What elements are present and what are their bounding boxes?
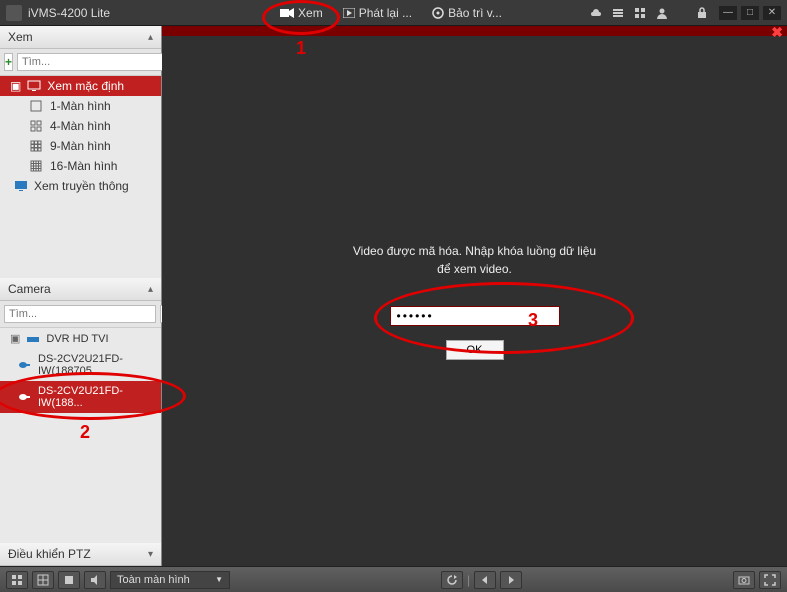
traditional-label: Xem truyền thông [34, 179, 129, 193]
add-view-button[interactable]: + [4, 53, 13, 71]
tab-view-label: Xem [298, 6, 323, 20]
group-header-camera[interactable]: Camera ▴ [0, 278, 161, 301]
sidebar: Xem ▴ + 🔍 ▣ Xem mặc định 1-Màn hình 4-Mà… [0, 26, 162, 566]
monitor-icon [27, 80, 41, 92]
camera-search-input[interactable] [4, 305, 156, 323]
layout-picker2-button[interactable] [32, 571, 54, 589]
close-button[interactable]: ✕ [763, 6, 781, 20]
stop-all-button[interactable] [58, 571, 80, 589]
main-area: Xem ▴ + 🔍 ▣ Xem mặc định 1-Màn hình 4-Mà… [0, 26, 787, 566]
layout-9[interactable]: 9-Màn hình [0, 136, 161, 156]
layout-4-label: 4-Màn hình [50, 119, 111, 133]
close-panel-icon[interactable]: ✖ [771, 24, 783, 41]
lock-icon[interactable] [695, 6, 709, 20]
layout-16-label: 16-Màn hình [50, 159, 117, 173]
dvr-icon [26, 333, 40, 345]
camera-item-1[interactable]: DS-2CV2U21FD-IW(188705... [0, 349, 161, 381]
mute-button[interactable] [84, 571, 106, 589]
dvr-root[interactable]: ▣ DVR HD TVI [0, 328, 161, 349]
titlebar: iVMS-4200 Lite Xem Phát lại ... Bảo trì … [0, 0, 787, 26]
tab-playback-label: Phát lại ... [359, 6, 412, 20]
app-title: iVMS-4200 Lite [28, 6, 110, 20]
dvr-label: DVR HD TVI [46, 333, 108, 345]
camera-icon [280, 8, 294, 18]
layout-1[interactable]: 1-Màn hình [0, 96, 161, 116]
app-icon [6, 5, 22, 21]
camera-1-label: DS-2CV2U21FD-IW(188705... [38, 353, 153, 377]
camera-device-icon [18, 391, 32, 403]
layout-9-label: 9-Màn hình [50, 139, 111, 153]
fullscreen-button[interactable] [759, 571, 781, 589]
camera-item-2[interactable]: DS-2CV2U21FD-IW(188... [0, 381, 161, 413]
chevron-up-icon: ▴ [148, 32, 153, 43]
layout-1-label: 1-Màn hình [50, 99, 111, 113]
view-tree: ▣ Xem mặc định 1-Màn hình 4-Màn hình 9-M… [0, 76, 161, 196]
layout-16[interactable]: 16-Màn hình [0, 156, 161, 176]
video-header-bar: ✖ [162, 26, 787, 36]
view-search-row: + 🔍 [0, 49, 161, 76]
tab-playback[interactable]: Phát lại ... [333, 2, 422, 24]
group-ptz-label: Điều khiển PTZ [8, 547, 91, 561]
chevron-down-icon: ▾ [148, 549, 153, 560]
grid-icon[interactable] [633, 6, 647, 20]
group-header-ptz[interactable]: Điều khiển PTZ ▾ [0, 543, 161, 566]
ok-button[interactable]: OK [446, 340, 504, 360]
tree-root-label: Xem mặc định [47, 79, 124, 93]
collapse-icon: ▣ [10, 332, 20, 345]
chevron-down-icon: ▼ [215, 575, 223, 584]
group-view-label: Xem [8, 30, 33, 44]
view-search-input[interactable] [17, 53, 169, 71]
fullscreen-combo[interactable]: Toàn màn hình ▼ [110, 571, 230, 589]
top-tabs: Xem Phát lại ... Bảo trì v... [270, 2, 512, 24]
video-body: Video được mã hóa. Nhập khóa luồng dữ li… [162, 36, 787, 566]
cloud-icon[interactable] [589, 6, 603, 20]
systray [589, 6, 709, 20]
collapse-icon: ▣ [10, 79, 21, 93]
cycle-button[interactable] [441, 571, 463, 589]
next-button[interactable] [500, 571, 522, 589]
minimize-button[interactable]: — [719, 6, 737, 20]
layout-4[interactable]: 4-Màn hình [0, 116, 161, 136]
video-area: ✖ Video được mã hóa. Nhập khóa luồng dữ … [162, 26, 787, 566]
fullscreen-combo-label: Toàn màn hình [117, 574, 190, 586]
group-header-view[interactable]: Xem ▴ [0, 26, 161, 49]
decrypt-dialog: Video được mã hóa. Nhập khóa luồng dữ li… [353, 242, 596, 360]
playback-icon [343, 8, 355, 18]
gear-icon [432, 7, 444, 19]
tree-root-default-view[interactable]: ▣ Xem mặc định [0, 76, 161, 96]
chevron-up-icon: ▴ [148, 284, 153, 295]
tree-traditional[interactable]: Xem truyền thông [0, 176, 161, 196]
dialog-line2: để xem video. [353, 260, 596, 278]
tab-maintenance[interactable]: Bảo trì v... [422, 2, 512, 24]
prev-button[interactable] [474, 571, 496, 589]
menu-icon[interactable] [611, 6, 625, 20]
stream-key-input[interactable] [390, 306, 560, 326]
tab-view[interactable]: Xem [270, 2, 333, 24]
dialog-line1: Video được mã hóa. Nhập khóa luồng dữ li… [353, 242, 596, 260]
grid9-icon [30, 140, 44, 152]
camera-2-label: DS-2CV2U21FD-IW(188... [38, 385, 153, 409]
grid16-icon [30, 160, 44, 172]
maximize-button[interactable]: □ [741, 6, 759, 20]
snapshot-button[interactable] [733, 571, 755, 589]
camera-search-row: 🔍 [0, 301, 161, 328]
monitor-icon [14, 180, 28, 192]
grid1-icon [30, 100, 44, 112]
tab-maintenance-label: Bảo trì v... [448, 6, 502, 20]
layout-picker-button[interactable] [6, 571, 28, 589]
window-controls: — □ ✕ [719, 6, 781, 20]
user-icon[interactable] [655, 6, 669, 20]
camera-device-icon [18, 359, 32, 371]
grid4-icon [30, 120, 44, 132]
bottombar: Toàn màn hình ▼ | [0, 566, 787, 592]
camera-tree: ▣ DVR HD TVI DS-2CV2U21FD-IW(188705... D… [0, 328, 161, 413]
group-camera-label: Camera [8, 282, 51, 296]
